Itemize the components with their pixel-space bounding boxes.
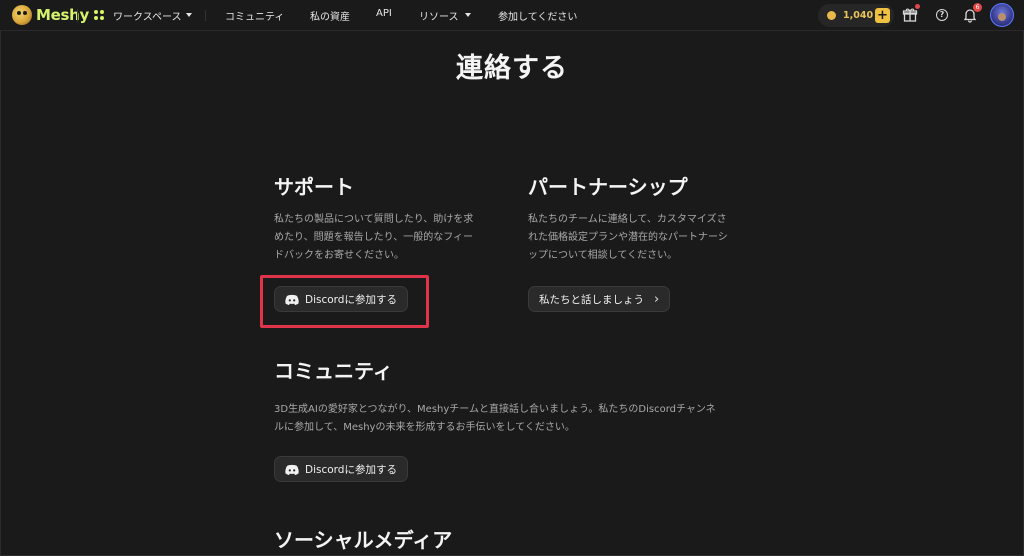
nav-community[interactable]: コミュニティ xyxy=(225,8,284,23)
gift-icon[interactable] xyxy=(902,7,918,23)
partnership-description: 私たちのチームに連絡して、カスタマイズさ れた価格設定プランや潜在的なパートナー… xyxy=(528,214,728,261)
chevron-down-icon xyxy=(465,13,471,17)
contact-us-label: 私たちと話しましょう xyxy=(539,293,644,306)
nav-workspace[interactable]: ワークスペース xyxy=(113,8,182,23)
add-credits-button[interactable]: + xyxy=(875,8,890,23)
highlight-box xyxy=(260,275,429,328)
notification-badge: 6 xyxy=(973,3,982,12)
coin-icon xyxy=(827,11,836,20)
community-heading: コミュニティ xyxy=(274,359,393,383)
credits-pill[interactable]: 1,040 + xyxy=(818,4,894,27)
chevron-right-icon: › xyxy=(654,291,660,307)
contact-us-button[interactable]: 私たちと話しましょう › xyxy=(528,286,671,312)
page-title: 連絡する xyxy=(456,53,568,84)
nav-api[interactable]: API xyxy=(376,8,392,19)
nav-participate[interactable]: 参加してください xyxy=(498,8,577,23)
social-heading: ソーシャルメディア xyxy=(274,528,453,552)
meshy-logo-icon xyxy=(12,5,32,25)
community-discord-label: Discordに参加する xyxy=(305,463,397,476)
community-description: 3D生成AIの愛好家とつながり、Meshyチームと直接話し合いましょう。私たちの… xyxy=(274,404,716,433)
partnership-heading: パートナーシップ xyxy=(528,175,688,199)
community-discord-button[interactable]: Discordに参加する xyxy=(274,456,408,482)
avatar[interactable] xyxy=(990,3,1014,27)
gift-dot xyxy=(915,4,920,9)
discord-icon xyxy=(285,464,299,475)
nav-assets[interactable]: 私の資産 xyxy=(310,8,350,23)
nav-resources[interactable]: リソース xyxy=(419,8,459,23)
support-heading: サポート xyxy=(274,175,354,199)
chevron-down-icon xyxy=(186,13,192,17)
help-icon[interactable]: ? xyxy=(936,9,948,21)
divider xyxy=(205,10,206,21)
divider xyxy=(77,9,78,22)
top-nav: Meshy ワークスペース コミュニティ 私の資産 API リソース 参加してく… xyxy=(0,0,1024,31)
support-description: 私たちの製品について質問したり、助けを求 めたり、問題を報告したり、一般的なフィ… xyxy=(274,214,474,261)
brand-name: Meshy xyxy=(36,6,89,24)
credits-value: 1,040 xyxy=(843,10,874,21)
workspace-icon xyxy=(94,10,105,21)
